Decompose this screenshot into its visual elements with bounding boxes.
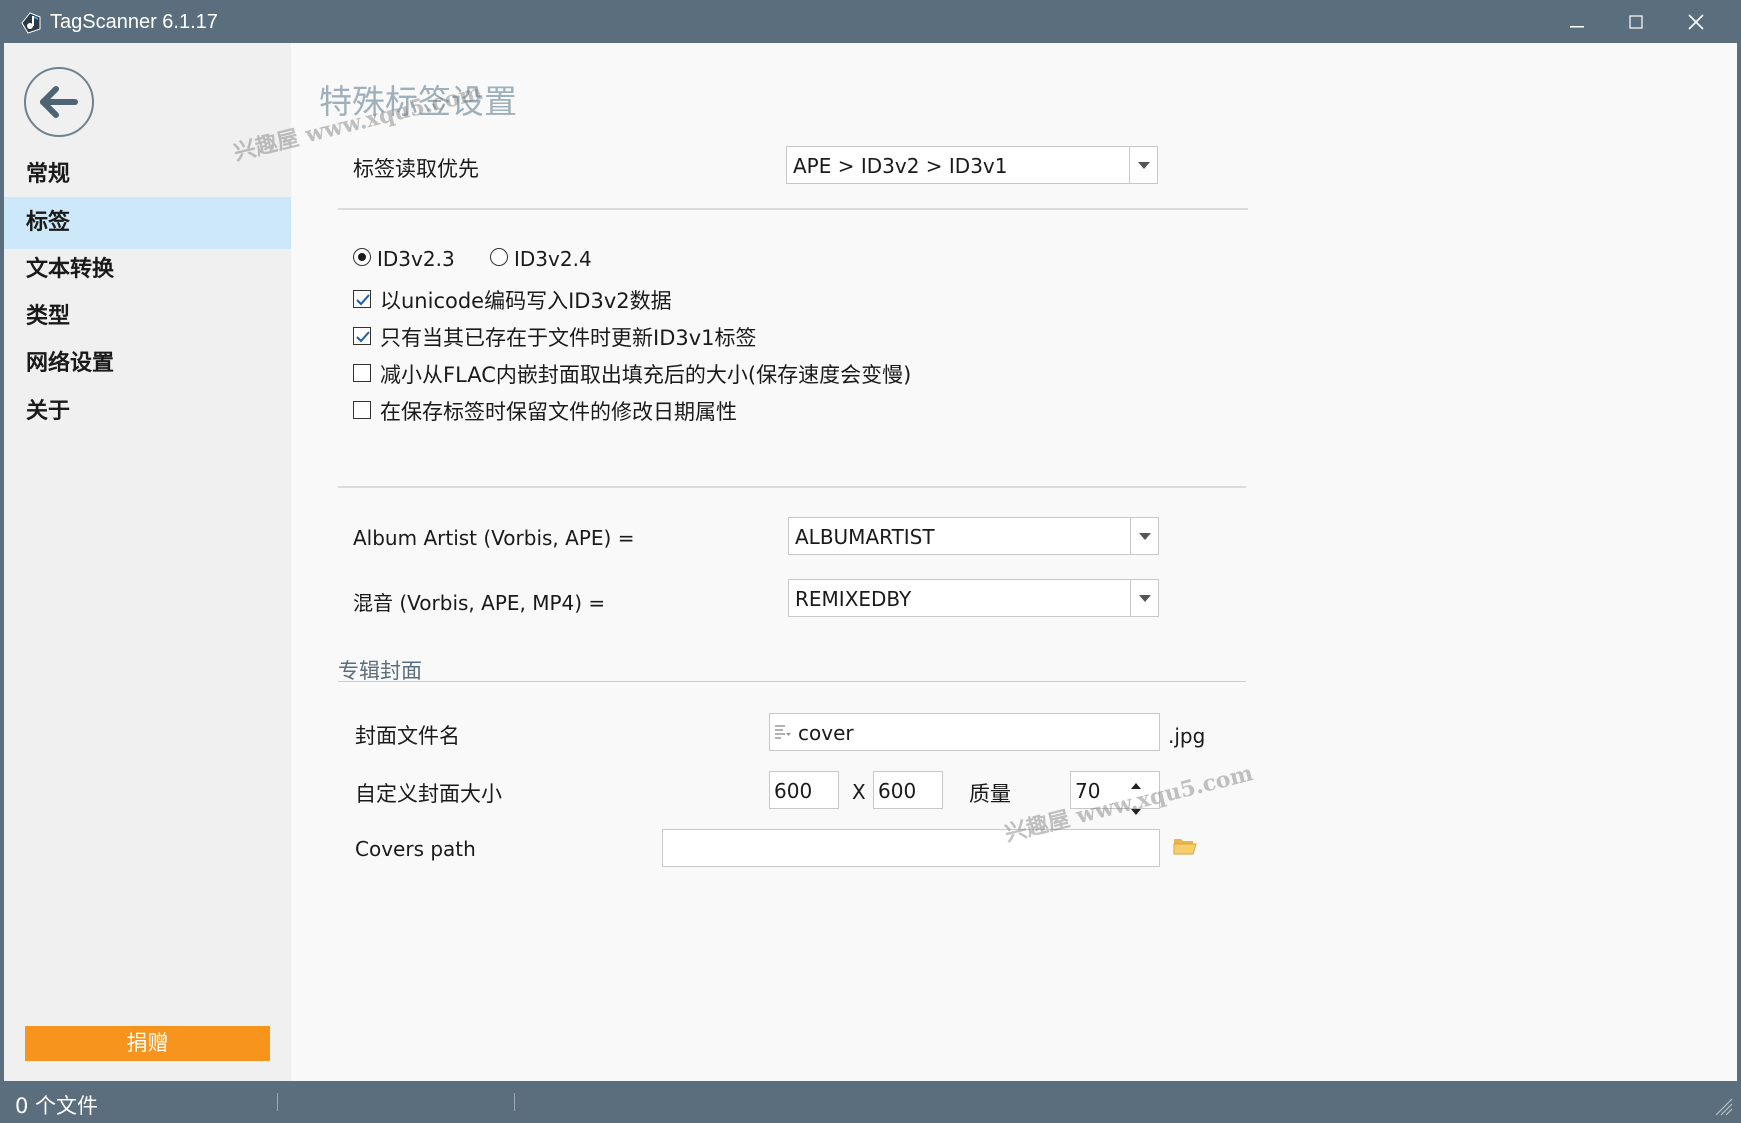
back-button[interactable] bbox=[24, 67, 94, 137]
divider bbox=[338, 486, 1246, 488]
minimize-button[interactable] bbox=[1545, 0, 1609, 43]
donate-button[interactable]: 捐赠 bbox=[25, 1026, 270, 1061]
checkbox-unicode-id3v2-label: 以unicode编码写入ID3v2数据 bbox=[380, 289, 672, 313]
status-separator bbox=[277, 1093, 278, 1111]
title-bar: TagScanner 6.1.17 bbox=[4, 0, 1737, 43]
cover-width-value: 600 bbox=[774, 779, 813, 803]
settings-panel: 特殊标签设置 标签读取优先 APE > ID3v2 > ID3v1 ID3v2.… bbox=[291, 43, 1737, 1081]
radio-id3v23[interactable] bbox=[353, 248, 371, 266]
sidebar-item-types[interactable]: 类型 bbox=[4, 291, 291, 343]
checkbox-update-id3v1-label: 只有当其已存在于文件时更新ID3v1标签 bbox=[380, 326, 757, 350]
cover-height-value: 600 bbox=[878, 779, 917, 803]
quality-label: 质量 bbox=[969, 782, 1011, 806]
chevron-down-icon[interactable] bbox=[1130, 518, 1158, 554]
tag-read-priority-select[interactable]: APE > ID3v2 > ID3v1 bbox=[786, 146, 1158, 184]
tag-read-priority-label: 标签读取优先 bbox=[353, 157, 479, 181]
covers-path-input[interactable] bbox=[662, 829, 1160, 867]
cover-width-input[interactable]: 600 bbox=[769, 771, 839, 809]
divider bbox=[338, 681, 1246, 682]
cover-filename-ext: .jpg bbox=[1168, 724, 1206, 748]
checkmark-icon bbox=[356, 294, 370, 306]
remix-label: 混音 (Vorbis, APE, MP4) = bbox=[353, 591, 606, 615]
covers-path-label: Covers path bbox=[355, 837, 476, 861]
checkbox-update-id3v1[interactable] bbox=[353, 327, 371, 345]
checkbox-preserve-date[interactable] bbox=[353, 401, 371, 419]
window-title: TagScanner 6.1.17 bbox=[50, 11, 218, 33]
divider bbox=[338, 208, 1248, 210]
file-count: 0 个文件 bbox=[15, 1094, 99, 1118]
checkmark-icon bbox=[356, 331, 370, 343]
cover-filename-label: 封面文件名 bbox=[355, 724, 460, 748]
minimize-icon bbox=[1570, 25, 1584, 27]
chevron-down-icon[interactable] bbox=[1130, 580, 1158, 616]
size-separator: X bbox=[852, 780, 866, 804]
maximize-icon bbox=[1629, 14, 1643, 29]
remix-select[interactable]: REMIXEDBY bbox=[788, 579, 1159, 617]
close-button[interactable] bbox=[1664, 0, 1728, 43]
sidebar-item-network[interactable]: 网络设置 bbox=[4, 338, 291, 390]
custom-cover-size-label: 自定义封面大小 bbox=[355, 782, 502, 806]
resize-grip-icon[interactable] bbox=[1713, 1096, 1733, 1120]
arrow-left-icon bbox=[40, 86, 78, 118]
radio-id3v23-label: ID3v2.3 bbox=[377, 247, 455, 271]
sidebar-item-tags[interactable]: 标签 bbox=[4, 197, 291, 249]
sidebar: 常规 标签 文本转换 类型 网络设置 关于 捐赠 bbox=[4, 43, 291, 1081]
folder-open-icon[interactable] bbox=[1173, 836, 1197, 860]
tagscanner-app-icon bbox=[18, 9, 44, 35]
cover-filename-value: cover bbox=[798, 721, 854, 745]
sidebar-item-text-conversion[interactable]: 文本转换 bbox=[4, 244, 291, 296]
status-separator bbox=[514, 1093, 515, 1111]
remix-value: REMIXEDBY bbox=[795, 587, 912, 611]
radio-id3v24[interactable] bbox=[490, 248, 508, 266]
maximize-button[interactable] bbox=[1604, 0, 1668, 43]
checkbox-flac-padding-label: 减小从FLAC内嵌封面取出填充后的大小(保存速度会变慢) bbox=[380, 363, 912, 387]
cover-height-input[interactable]: 600 bbox=[873, 771, 943, 809]
album-artist-select[interactable]: ALBUMARTIST bbox=[788, 517, 1159, 555]
tag-read-priority-value: APE > ID3v2 > ID3v1 bbox=[793, 154, 1008, 178]
checkbox-preserve-date-label: 在保存标签时保留文件的修改日期属性 bbox=[380, 400, 737, 424]
close-icon bbox=[1688, 13, 1704, 30]
text-format-icon[interactable] bbox=[774, 724, 792, 744]
album-artist-value: ALBUMARTIST bbox=[795, 525, 935, 549]
album-artist-label: Album Artist (Vorbis, APE) = bbox=[353, 526, 635, 550]
radio-id3v24-label: ID3v2.4 bbox=[514, 247, 592, 271]
checkbox-unicode-id3v2[interactable] bbox=[353, 290, 371, 308]
sidebar-item-about[interactable]: 关于 bbox=[4, 386, 291, 438]
checkbox-flac-padding[interactable] bbox=[353, 364, 371, 382]
app-window: TagScanner 6.1.17 常规 标签 文本转换 类型 网络设置 关于 … bbox=[4, 0, 1737, 1123]
chevron-down-icon[interactable] bbox=[1129, 147, 1157, 183]
status-bar: 0 个文件 bbox=[4, 1081, 1737, 1123]
cover-filename-input[interactable]: cover bbox=[769, 713, 1160, 751]
